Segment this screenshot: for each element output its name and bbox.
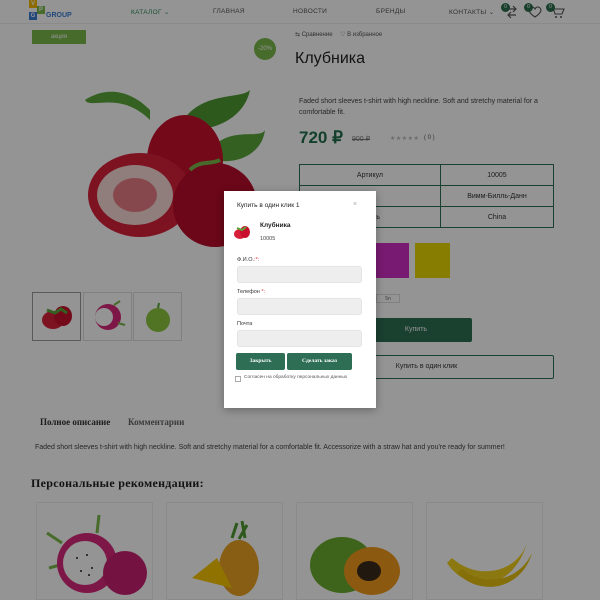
- close-icon[interactable]: ×: [353, 201, 357, 208]
- name-field[interactable]: [237, 266, 362, 283]
- email-field[interactable]: [237, 330, 362, 347]
- modal-product-sku: 10005: [260, 236, 276, 242]
- phone-field-label: Телефон *:: [237, 289, 265, 295]
- one-click-buy-modal: Купить в один клик 1 × Клубника 10005 Ф.…: [224, 191, 376, 408]
- phone-field[interactable]: [237, 298, 362, 315]
- name-field-label-text: Ф.И.О.: [237, 257, 254, 263]
- email-field-label: Почта: [237, 321, 252, 327]
- consent-label: Согласен на обработку персональных данны…: [244, 375, 348, 380]
- place-order-button[interactable]: Сделать заказ: [287, 353, 352, 370]
- modal-title: Купить в один клик 1: [237, 202, 300, 209]
- required-marker: :*:: [254, 257, 260, 263]
- modal-product-name: Клубника: [260, 222, 291, 229]
- close-button[interactable]: Закрыть: [236, 353, 285, 370]
- consent-checkbox[interactable]: [235, 376, 241, 382]
- modal-product-thumbnail: [230, 220, 254, 244]
- name-field-label: Ф.И.О.:*:: [237, 257, 259, 263]
- email-field-label-text: Почта: [237, 321, 253, 327]
- phone-field-label-text: Телефон: [237, 289, 260, 295]
- required-marker: *:: [259, 289, 266, 295]
